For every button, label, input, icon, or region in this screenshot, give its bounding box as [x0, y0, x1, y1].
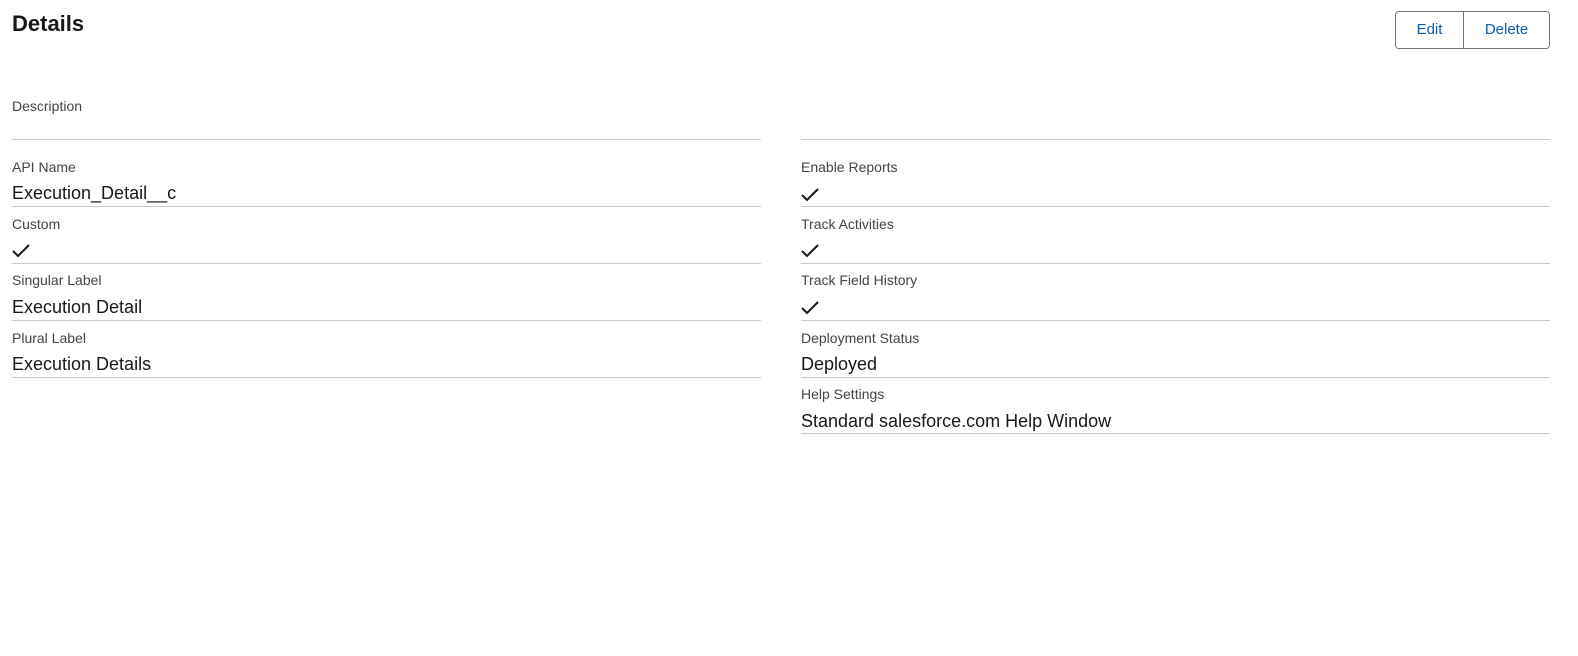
field-singular-label: Singular Label Execution Detail [12, 271, 761, 321]
checkmark-icon [801, 188, 819, 202]
field-help-settings: Help Settings Standard salesforce.com He… [801, 385, 1550, 434]
delete-button[interactable]: Delete [1463, 12, 1549, 48]
field-track-field-history: Track Field History [801, 271, 1550, 321]
field-value: Execution Details [12, 354, 152, 374]
field-spacer [801, 97, 1550, 140]
field-label: Track Field History [801, 272, 918, 288]
edit-button[interactable]: Edit [1396, 12, 1463, 48]
page-title: Details [12, 11, 85, 36]
field-enable-reports: Enable Reports [801, 158, 1550, 207]
field-label: Track Activities [801, 216, 894, 232]
field-deployment-status: Deployment Status Deployed [801, 329, 1550, 378]
field-track-activities: Track Activities [801, 215, 1550, 264]
field-api-name: API Name Execution_Detail__c [12, 158, 761, 207]
field-label: Custom [12, 216, 61, 232]
field-plural-label: Plural Label Execution Details [12, 329, 761, 378]
field-label: Plural Label [12, 330, 86, 346]
field-label: Singular Label [12, 272, 102, 288]
field-value: Deployed [801, 354, 878, 374]
checkmark-icon [801, 301, 819, 315]
checkmark-icon [801, 244, 819, 258]
field-value: Standard salesforce.com Help Window [801, 411, 1112, 431]
field-label: Deployment Status [801, 330, 920, 346]
field-value: Execution_Detail__c [12, 183, 177, 203]
action-button-group: Edit Delete [1395, 11, 1550, 49]
field-description: Description [12, 97, 761, 140]
checkmark-icon [12, 244, 30, 258]
field-value: Execution Detail [12, 297, 143, 317]
field-label: Help Settings [801, 386, 885, 402]
field-label: Description [12, 98, 83, 114]
field-label: Enable Reports [801, 159, 898, 175]
field-label: API Name [12, 159, 76, 175]
field-custom: Custom [12, 215, 761, 264]
